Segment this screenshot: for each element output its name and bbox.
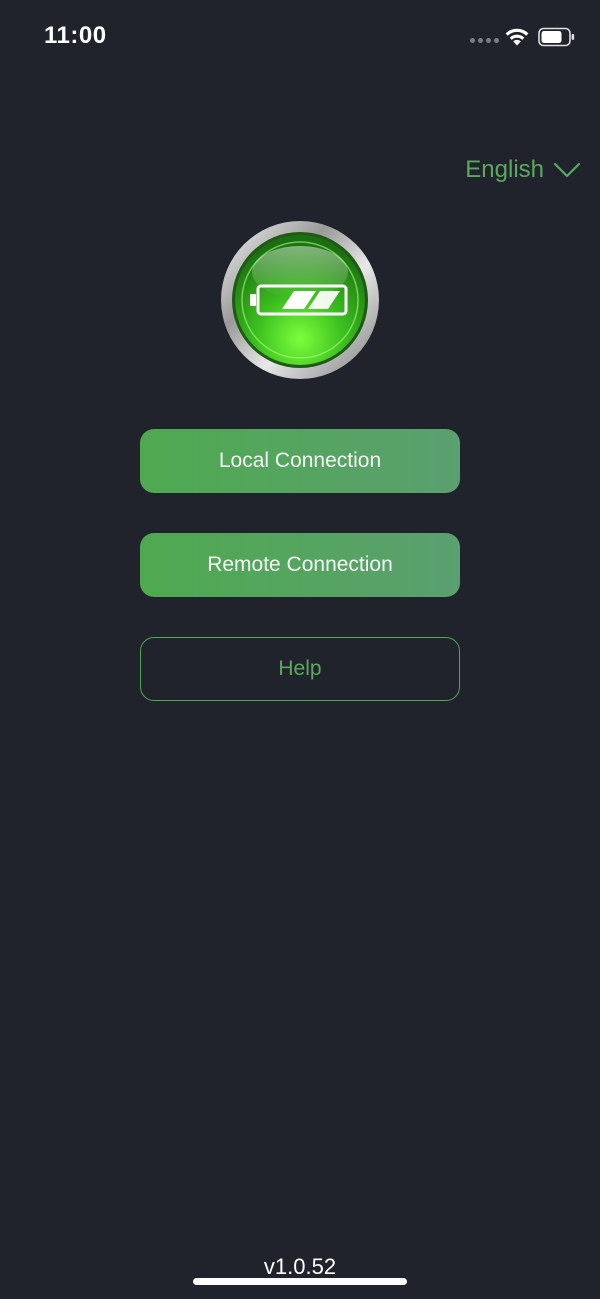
help-button[interactable]: Help [140, 637, 460, 701]
signal-dots-icon [470, 38, 499, 43]
battery-icon [538, 27, 575, 47]
app-screen: 11:00 English Local Connection Remote Co… [0, 0, 600, 1299]
language-label: English [465, 156, 544, 183]
status-time: 11:00 [44, 22, 107, 49]
version-label: v1.0.52 [263, 1254, 337, 1279]
remote-connection-button[interactable]: Remote Connection [140, 533, 460, 597]
battery-logo-icon [221, 221, 379, 379]
wifi-icon [505, 28, 529, 46]
local-connection-button[interactable]: Local Connection [140, 429, 460, 493]
status-bar: 11:00 [0, 0, 600, 76]
chevron-down-icon [553, 162, 581, 178]
home-indicator[interactable] [193, 1278, 407, 1285]
language-selector[interactable]: English [465, 156, 582, 184]
